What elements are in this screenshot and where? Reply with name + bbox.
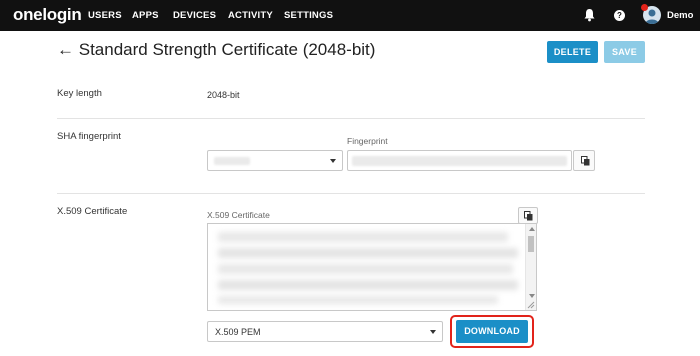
key-length-label: Key length (57, 88, 102, 99)
redacted-certificate (218, 264, 513, 274)
notification-badge (641, 4, 648, 11)
redacted-certificate (218, 232, 508, 242)
copy-icon (524, 211, 533, 221)
redacted-certificate (218, 248, 518, 258)
x509-label: X.509 Certificate (57, 206, 128, 217)
copy-icon (581, 156, 590, 166)
certificate-format-select[interactable]: X.509 PEM (207, 321, 443, 342)
redacted-certificate (218, 280, 518, 290)
help-icon[interactable]: ? (614, 10, 625, 21)
sha-algorithm-select[interactable] (207, 150, 343, 171)
sha-fingerprint-label: SHA fingerprint (57, 131, 121, 142)
page-title-text: Standard Strength Certificate (2048-bit) (78, 40, 376, 59)
copy-certificate-button[interactable] (518, 207, 538, 224)
scroll-down-arrow-icon[interactable] (529, 294, 535, 298)
certificate-format-value: X.509 PEM (215, 327, 261, 337)
download-button[interactable]: DOWNLOAD (456, 320, 528, 343)
bell-icon[interactable] (583, 8, 596, 22)
top-nav: onelogin USERS APPS DEVICES ACTIVITY SET… (0, 0, 700, 31)
back-arrow-icon[interactable]: ← (57, 40, 74, 59)
onelogin-logo[interactable]: onelogin (13, 5, 82, 25)
resize-grip-icon[interactable] (527, 301, 535, 309)
chevron-down-icon (330, 159, 336, 163)
page-title: ← Standard Strength Certificate (2048-bi… (57, 40, 375, 60)
delete-button[interactable]: DELETE (547, 41, 598, 63)
redacted-fingerprint (352, 156, 567, 166)
textarea-scrollbar[interactable] (525, 224, 536, 310)
divider (57, 193, 645, 194)
save-button[interactable]: SAVE (604, 41, 645, 63)
scroll-thumb[interactable] (528, 236, 534, 252)
chevron-down-icon (430, 330, 436, 334)
fingerprint-input[interactable] (347, 150, 572, 171)
redacted-certificate (218, 296, 498, 304)
certificate-textarea[interactable] (207, 223, 537, 311)
divider (57, 118, 645, 119)
nav-devices[interactable]: DEVICES (173, 10, 216, 21)
nav-settings[interactable]: SETTINGS (284, 10, 333, 21)
nav-users[interactable]: USERS (88, 10, 122, 21)
scroll-up-arrow-icon[interactable] (529, 227, 535, 231)
nav-apps[interactable]: APPS (132, 10, 159, 21)
nav-activity[interactable]: ACTIVITY (228, 10, 273, 21)
key-length-value: 2048-bit (207, 90, 240, 100)
x509-field-label: X.509 Certificate (207, 210, 270, 220)
copy-fingerprint-button[interactable] (573, 150, 595, 171)
redacted-value (214, 157, 250, 165)
fingerprint-field-label: Fingerprint (347, 136, 388, 146)
user-name[interactable]: Demo (667, 10, 693, 21)
